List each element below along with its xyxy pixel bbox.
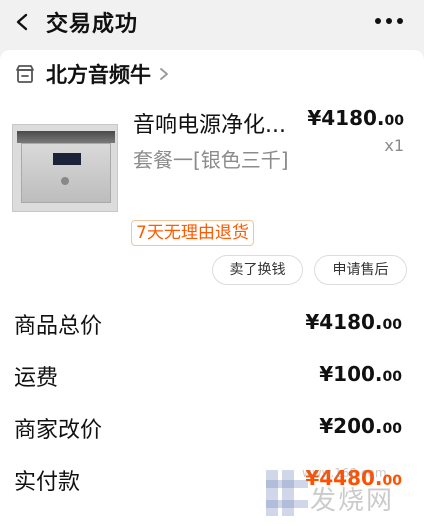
chevron-left-icon[interactable] bbox=[12, 11, 34, 33]
shipping-decimal: 00 bbox=[382, 369, 402, 385]
store-icon bbox=[16, 65, 34, 83]
product-quantity: x1 bbox=[384, 136, 404, 155]
product-variant: 套餐一[银色三千] bbox=[133, 148, 289, 172]
product-image-body bbox=[21, 143, 111, 203]
more-dots-icon[interactable] bbox=[374, 14, 404, 28]
price-adjust-row: 商家改价 ¥200.00 bbox=[14, 412, 402, 444]
shipping-row: 运费 ¥100.00 bbox=[14, 360, 402, 392]
shipping-label: 运费 bbox=[14, 366, 59, 391]
price-adjust-value: ¥200.00 bbox=[319, 414, 402, 438]
product-image-knob bbox=[61, 177, 69, 185]
price-adjust-decimal: 00 bbox=[382, 421, 402, 437]
paid-label: 实付款 bbox=[14, 470, 81, 495]
aftersale-button[interactable]: 申请售后 bbox=[314, 255, 407, 285]
items-total-value: ¥4180.00 bbox=[305, 310, 402, 334]
paid-value: ¥4480.00 bbox=[305, 466, 402, 490]
price-adjust-main: ¥200. bbox=[319, 414, 383, 438]
product-image-lid bbox=[17, 131, 115, 143]
shipping-main: ¥100. bbox=[319, 362, 383, 386]
paid-main: ¥4480. bbox=[305, 466, 383, 490]
chevron-right-icon bbox=[160, 68, 168, 80]
shop-name: 北方音频牛 bbox=[46, 63, 151, 87]
product-price-main: ¥4180. bbox=[307, 106, 385, 130]
price-adjust-label: 商家改价 bbox=[14, 418, 103, 443]
items-total-decimal: 00 bbox=[382, 317, 402, 333]
return-policy-tag: 7天无理由退货 bbox=[131, 220, 254, 246]
items-total-main: ¥4180. bbox=[305, 310, 383, 334]
page-title: 交易成功 bbox=[46, 12, 139, 37]
shop-header[interactable]: 北方音频牛 bbox=[14, 59, 171, 89]
paid-decimal: 00 bbox=[382, 473, 402, 489]
top-bar: 交易成功 bbox=[0, 0, 424, 44]
product-title[interactable]: 音响电源净化... bbox=[133, 107, 311, 139]
product-thumbnail[interactable] bbox=[12, 124, 118, 212]
items-total-row: 商品总价 ¥4180.00 bbox=[14, 308, 402, 340]
product-price: ¥4180.00 bbox=[307, 106, 404, 130]
resell-button[interactable]: 卖了换钱 bbox=[212, 255, 303, 285]
paid-row: 实付款 ¥4480.00 bbox=[14, 464, 402, 496]
product-image-display bbox=[53, 153, 81, 165]
items-total-label: 商品总价 bbox=[14, 314, 103, 339]
product-price-decimal: 00 bbox=[384, 113, 404, 129]
order-card: 北方音频牛 音响电源净化... 套餐一[银色三千] ¥4180.00 x1 7天… bbox=[0, 50, 424, 526]
shipping-value: ¥100.00 bbox=[319, 362, 402, 386]
